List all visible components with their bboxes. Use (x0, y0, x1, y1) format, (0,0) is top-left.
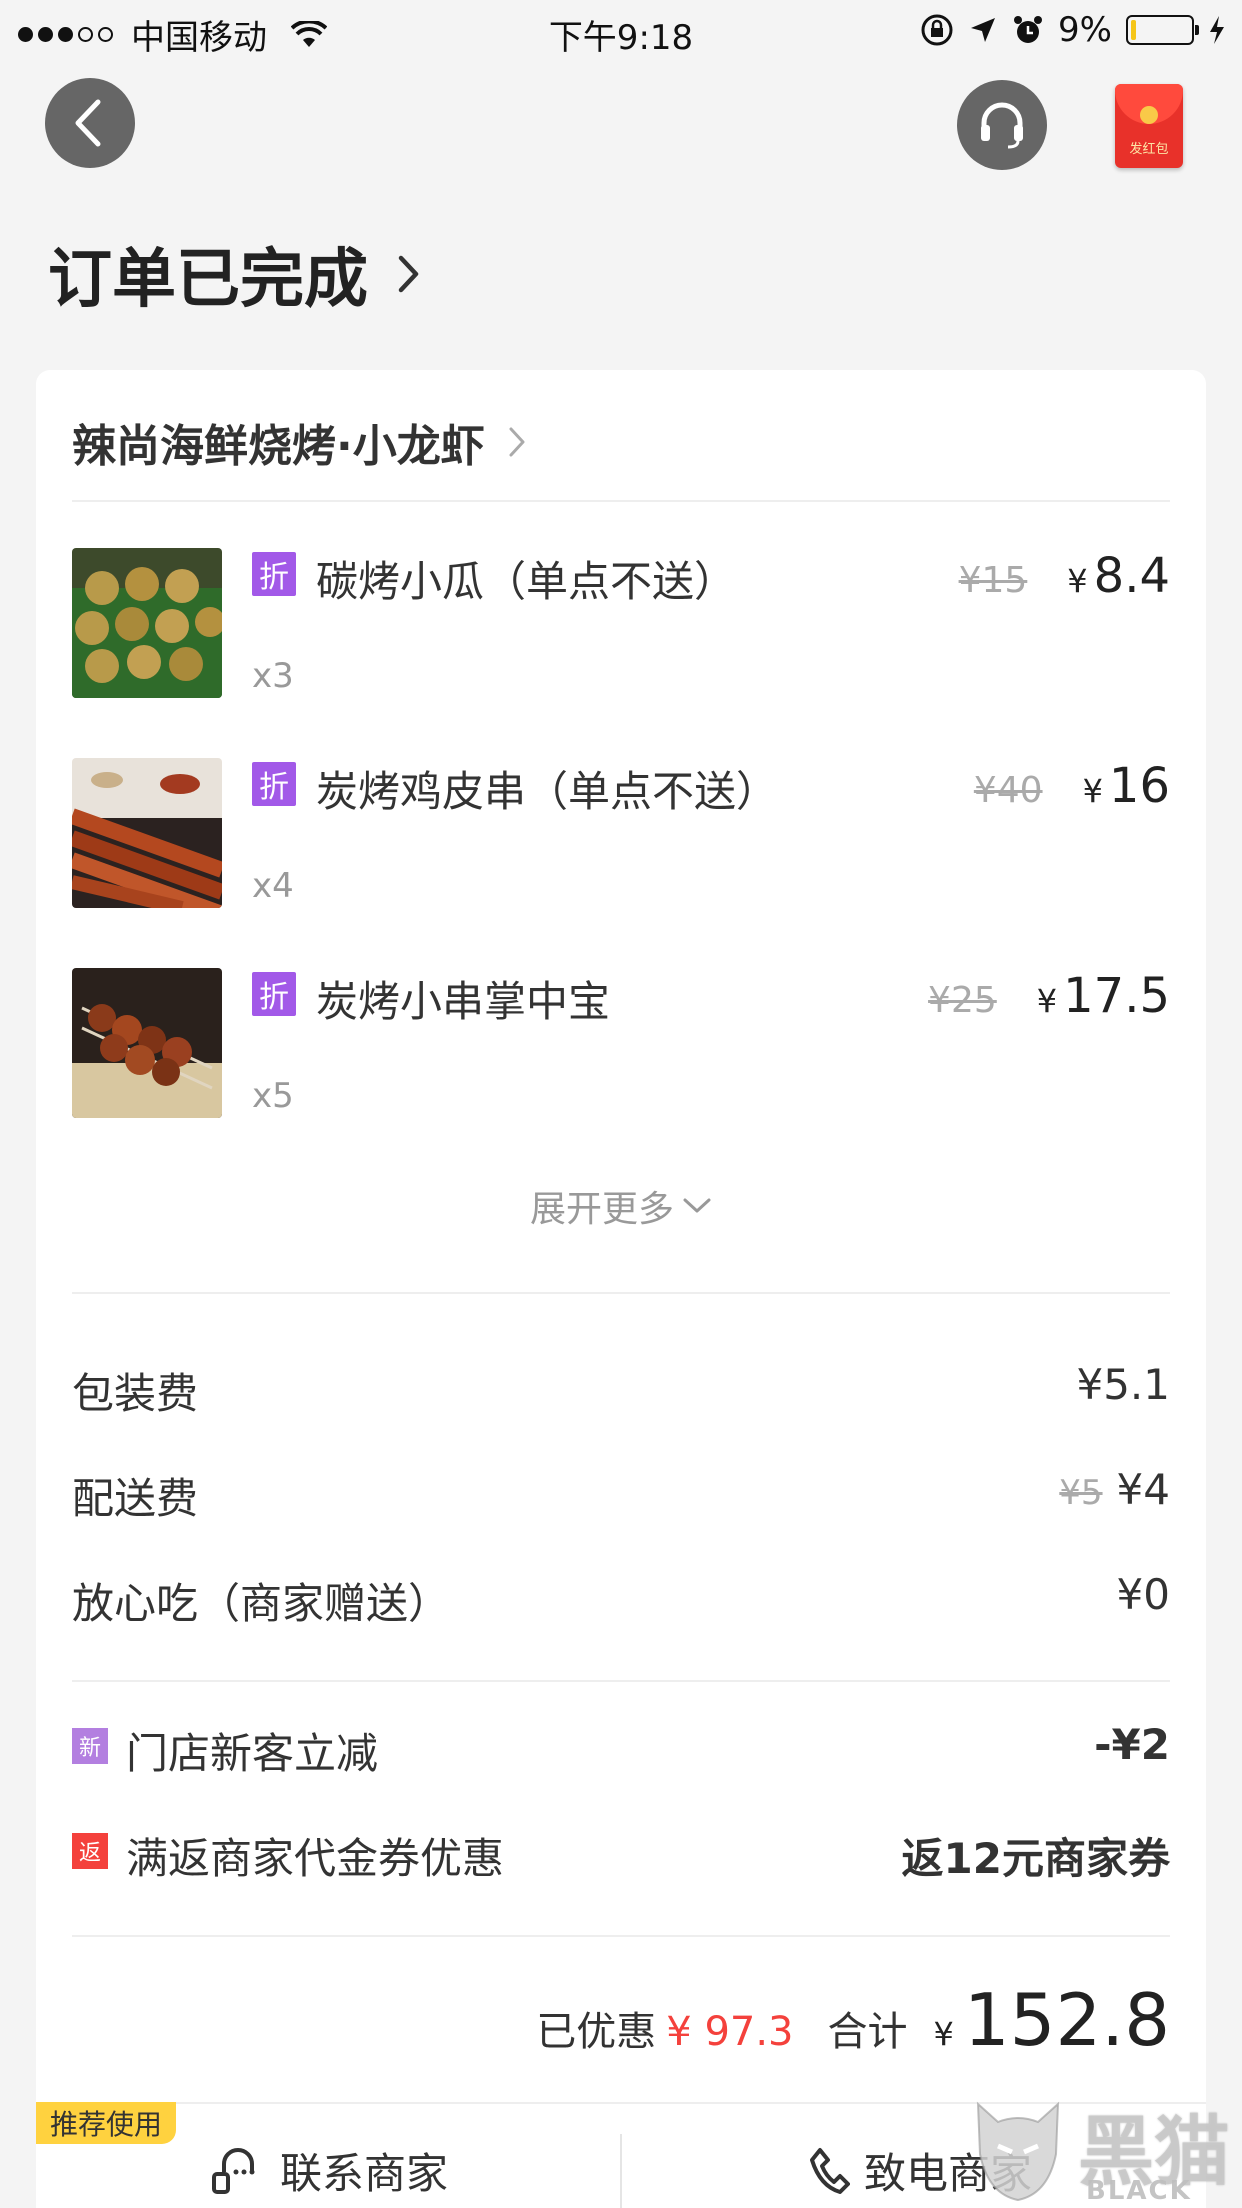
promo-row-new-customer: 新 门店新客立减 -¥2 (72, 1720, 1170, 1780)
order-total: 已优惠 ¥ 97.3 合计 ¥ 152.8 (536, 1978, 1170, 2062)
alarm-icon (1014, 16, 1043, 43)
fee-value-group: ¥5 ¥4 (1059, 1465, 1170, 1514)
original-price: ¥15 (958, 560, 1028, 601)
customer-service-button[interactable] (957, 80, 1047, 170)
expand-more-label: 展开更多 (529, 1189, 674, 1230)
location-icon (971, 18, 996, 42)
recommend-tag: 推荐使用 (36, 2102, 177, 2144)
item-quantity: x4 (252, 866, 294, 906)
watermark-logo: 黑猫 BLACK CAT (968, 2090, 1242, 2208)
item-name: 碳烤小瓜（单点不送） (316, 557, 737, 606)
status-right: 9% (920, 10, 1226, 50)
cat-logo-icon (976, 2101, 1060, 2202)
rotation-lock-icon (921, 14, 953, 46)
contact-merchant-label: 联系商家 (280, 2149, 449, 2198)
item-price-value: 16 (1108, 758, 1170, 814)
discount-badge: 折 (252, 552, 296, 596)
divider (72, 1292, 1170, 1294)
item-name: 炭烤鸡皮串（单点不送） (316, 767, 779, 816)
order-status-link[interactable]: 订单已完成 (48, 228, 422, 320)
food-image (72, 758, 222, 908)
shop-name: 辣尚海鲜烧烤·小龙虾 (72, 421, 485, 472)
chevron-down-icon (683, 1198, 711, 1213)
food-image (72, 548, 222, 698)
item-price-value: 8.4 (1093, 548, 1170, 604)
back-button[interactable] (45, 78, 135, 168)
divider (72, 500, 1170, 502)
item-price: ¥16 (1083, 758, 1170, 814)
saved-amount: ¥ 97.3 (666, 2009, 794, 2055)
fee-row-packaging: 包装费 ¥5.1 (72, 1360, 1170, 1420)
chevron-left-icon (75, 99, 101, 147)
red-packet-label: 发红包 (1129, 142, 1169, 157)
fee-value-group: ¥0 (1117, 1570, 1170, 1619)
fee-label: 放心吃（商家赠送） (72, 1579, 451, 1628)
battery-percent: 9% (1058, 10, 1112, 50)
promo-value: -¥2 (1094, 1720, 1170, 1769)
item-prices: ¥15 ¥8.4 (959, 548, 1170, 604)
discount-badge: 折 (252, 762, 296, 806)
list-item[interactable]: 折 碳烤小瓜（单点不送） x3 ¥15 ¥8.4 (72, 548, 1170, 698)
chat-icon (212, 2147, 255, 2194)
item-name: 炭烤小串掌中宝 (316, 977, 611, 1026)
fee-row-delivery: 配送费 ¥5 ¥4 (72, 1465, 1170, 1525)
item-price: ¥8.4 (1067, 548, 1170, 604)
yen-symbol: ¥ (933, 2015, 954, 2053)
promo-value: 返12元商家券 (901, 1834, 1170, 1883)
expand-more-button[interactable]: 展开更多 (36, 1180, 1206, 1232)
total-label: 合计 (827, 2009, 908, 2055)
promo-label: 门店新客立减 (126, 1729, 379, 1778)
phone-icon (810, 2147, 850, 2194)
original-price: ¥25 (928, 980, 997, 1021)
divider (72, 1935, 1170, 1937)
chevron-right-icon (398, 255, 419, 293)
item-prices: ¥25 ¥17.5 (928, 968, 1170, 1024)
voucher-badge: 返 (72, 1833, 108, 1869)
red-packet-icon (1115, 84, 1183, 124)
item-quantity: x3 (252, 656, 294, 696)
promo-label: 满返商家代金券优惠 (126, 1834, 505, 1883)
divider (620, 2134, 622, 2208)
fee-value: ¥5.1 (1076, 1360, 1170, 1409)
shop-link[interactable]: 辣尚海鲜烧烤·小龙虾 (72, 410, 527, 474)
discount-badge: 折 (252, 972, 296, 1016)
battery-icon (1126, 15, 1199, 45)
fee-label: 配送费 (72, 1474, 199, 1523)
order-status-title: 订单已完成 (48, 243, 368, 317)
yen-symbol: ¥ (1036, 982, 1058, 1020)
new-customer-badge: 新 (72, 1728, 108, 1764)
red-packet-button[interactable]: 发红包 (1115, 84, 1183, 168)
fee-row-insurance: 放心吃（商家赠送） ¥0 (72, 1570, 1170, 1630)
item-quantity: x5 (252, 1076, 294, 1116)
list-item[interactable]: 折 炭烤鸡皮串（单点不送） x4 ¥40 ¥16 (72, 758, 1170, 908)
contact-merchant-button[interactable]: 联系商家 (210, 2140, 448, 2201)
fee-label: 包装费 (72, 1369, 199, 1418)
headset-icon (981, 102, 1023, 149)
fee-value: ¥4 (1116, 1465, 1170, 1514)
total-amount: 152.8 (963, 1978, 1170, 2062)
divider (72, 1680, 1170, 1682)
promo-row-voucher: 返 满返商家代金券优惠 返12元商家券 (72, 1825, 1170, 1885)
yen-symbol: ¥ (1082, 772, 1103, 810)
battery-fill (1131, 20, 1137, 40)
food-image (72, 968, 222, 1118)
item-prices: ¥40 ¥16 (974, 758, 1170, 814)
fee-value-group: ¥5.1 (1076, 1360, 1170, 1409)
item-price-value: 17.5 (1063, 968, 1170, 1024)
saved-label: 已优惠 (536, 2009, 657, 2055)
original-price: ¥40 (973, 770, 1043, 811)
item-price: ¥17.5 (1037, 968, 1170, 1024)
charging-icon (1210, 16, 1224, 44)
status-bar: 中国移动 下午9:18 9% (0, 0, 1242, 60)
chevron-right-icon (509, 427, 525, 457)
list-item[interactable]: 折 炭烤小串掌中宝 x5 ¥25 ¥17.5 (72, 968, 1170, 1118)
yen-symbol: ¥ (1067, 562, 1088, 600)
fee-value: ¥0 (1116, 1570, 1170, 1619)
fee-original: ¥5 (1059, 1473, 1103, 1513)
order-card: 辣尚海鲜烧烤·小龙虾 折 碳烤小瓜（单点不送） x3 ¥15 ¥8.4 折 炭烤… (36, 370, 1206, 2208)
watermark-subtext: BLACK CAT (1086, 2176, 1192, 2208)
